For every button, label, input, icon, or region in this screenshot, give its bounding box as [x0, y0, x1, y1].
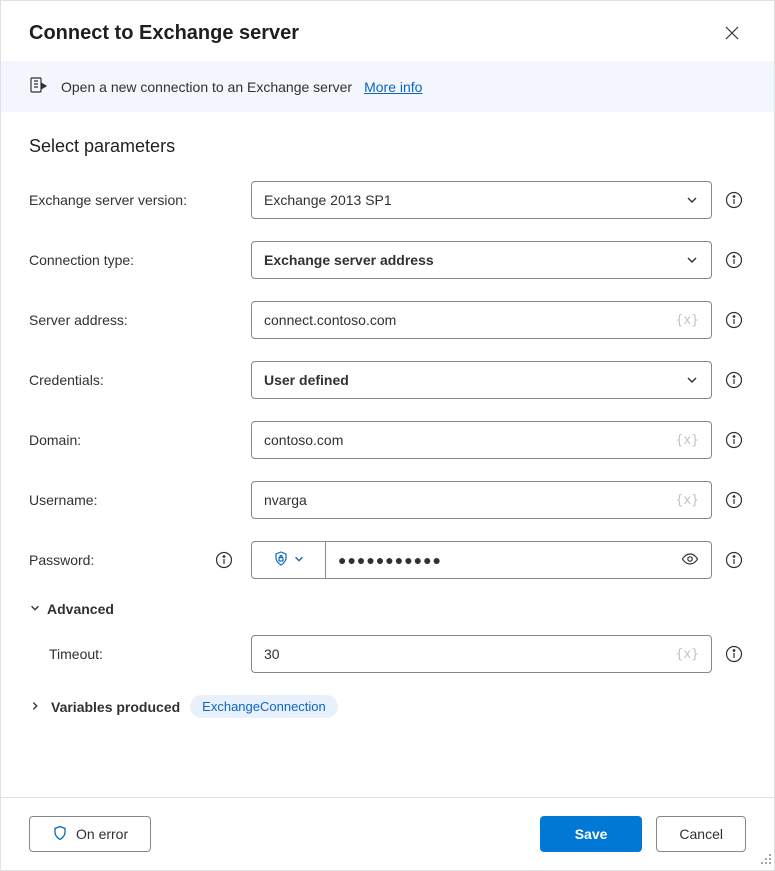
row-connection-type: Connection type: Exchange server address — [29, 241, 746, 279]
more-info-link[interactable]: More info — [364, 79, 422, 95]
row-exchange-version: Exchange server version: Exchange 2013 S… — [29, 181, 746, 219]
chevron-down-icon — [685, 253, 699, 267]
dialog-header: Connect to Exchange server — [1, 1, 774, 61]
expander-advanced-label: Advanced — [47, 601, 114, 617]
password-mask: ●●●●●●●●●●● — [338, 552, 442, 568]
variable-hint-icon[interactable]: {x} — [676, 647, 699, 662]
on-error-label: On error — [76, 826, 128, 842]
input-timeout[interactable]: 30 {x} — [251, 635, 712, 673]
section-title: Select parameters — [29, 136, 746, 157]
label-server-address: Server address: — [29, 312, 128, 328]
chevron-right-icon — [29, 699, 41, 715]
label-credentials: Credentials: — [29, 372, 104, 388]
input-username[interactable]: nvarga {x} — [251, 481, 712, 519]
chevron-down-icon — [685, 373, 699, 387]
info-icon[interactable] — [725, 371, 743, 389]
info-icon[interactable] — [215, 551, 233, 569]
info-icon[interactable] — [725, 431, 743, 449]
row-server-address: Server address: connect.contoso.com {x} — [29, 301, 746, 339]
select-credentials-value: User defined — [264, 372, 349, 388]
resize-grip-icon[interactable] — [760, 852, 772, 868]
variable-hint-icon[interactable]: {x} — [676, 433, 699, 448]
info-icon[interactable] — [725, 645, 743, 663]
row-username: Username: nvarga {x} — [29, 481, 746, 519]
info-icon[interactable] — [725, 251, 743, 269]
chevron-down-icon — [293, 552, 305, 568]
input-password-wrap: ●●●●●●●●●●● — [251, 541, 712, 579]
chevron-down-icon — [685, 193, 699, 207]
info-bar-text: Open a new connection to an Exchange ser… — [61, 79, 352, 95]
input-username-value: nvarga — [264, 492, 676, 508]
input-password[interactable]: ●●●●●●●●●●● — [326, 542, 711, 578]
select-credentials[interactable]: User defined — [251, 361, 712, 399]
select-connection-type-value: Exchange server address — [264, 252, 434, 268]
label-exchange-version: Exchange server version: — [29, 192, 187, 208]
variable-hint-icon[interactable]: {x} — [676, 493, 699, 508]
dialog: Connect to Exchange server Open a new co… — [0, 0, 775, 871]
label-username: Username: — [29, 492, 97, 508]
password-source-dropdown[interactable] — [252, 542, 326, 578]
action-icon — [29, 75, 49, 98]
variable-chip[interactable]: ExchangeConnection — [190, 695, 338, 718]
label-connection-type: Connection type: — [29, 252, 134, 268]
chevron-down-icon — [29, 601, 41, 617]
input-server-address-value: connect.contoso.com — [264, 312, 676, 328]
save-button[interactable]: Save — [540, 816, 643, 852]
row-credentials: Credentials: User defined — [29, 361, 746, 399]
input-timeout-value: 30 — [264, 646, 676, 662]
shield-lock-icon — [273, 551, 289, 570]
footer-right: Save Cancel — [540, 816, 746, 852]
label-timeout: Timeout: — [49, 646, 103, 662]
save-label: Save — [575, 826, 608, 842]
label-password: Password: — [29, 552, 94, 568]
shield-icon — [52, 825, 68, 844]
info-bar: Open a new connection to an Exchange ser… — [1, 61, 774, 112]
cancel-button[interactable]: Cancel — [656, 816, 746, 852]
label-domain: Domain: — [29, 432, 81, 448]
select-exchange-version-value: Exchange 2013 SP1 — [264, 192, 392, 208]
select-connection-type[interactable]: Exchange server address — [251, 241, 712, 279]
input-domain-value: contoso.com — [264, 432, 676, 448]
dialog-body: Select parameters Exchange server versio… — [1, 112, 774, 797]
expander-advanced[interactable]: Advanced — [29, 601, 746, 617]
close-button[interactable] — [718, 19, 746, 47]
eye-icon[interactable] — [681, 550, 699, 571]
dialog-title: Connect to Exchange server — [29, 22, 299, 45]
input-domain[interactable]: contoso.com {x} — [251, 421, 712, 459]
on-error-button[interactable]: On error — [29, 816, 151, 852]
row-password: Password: ●●●●●●●●●●● — [29, 541, 746, 579]
select-exchange-version[interactable]: Exchange 2013 SP1 — [251, 181, 712, 219]
info-icon[interactable] — [725, 491, 743, 509]
variable-hint-icon[interactable]: {x} — [676, 313, 699, 328]
info-icon[interactable] — [725, 311, 743, 329]
row-domain: Domain: contoso.com {x} — [29, 421, 746, 459]
dialog-footer: On error Save Cancel — [1, 797, 774, 870]
expander-variables[interactable]: Variables produced ExchangeConnection — [29, 695, 746, 718]
row-timeout: Timeout: 30 {x} — [29, 635, 746, 673]
input-server-address[interactable]: connect.contoso.com {x} — [251, 301, 712, 339]
info-icon[interactable] — [725, 551, 743, 569]
variables-label: Variables produced — [51, 699, 180, 715]
close-icon — [724, 25, 740, 41]
cancel-label: Cancel — [679, 826, 723, 842]
info-icon[interactable] — [725, 191, 743, 209]
